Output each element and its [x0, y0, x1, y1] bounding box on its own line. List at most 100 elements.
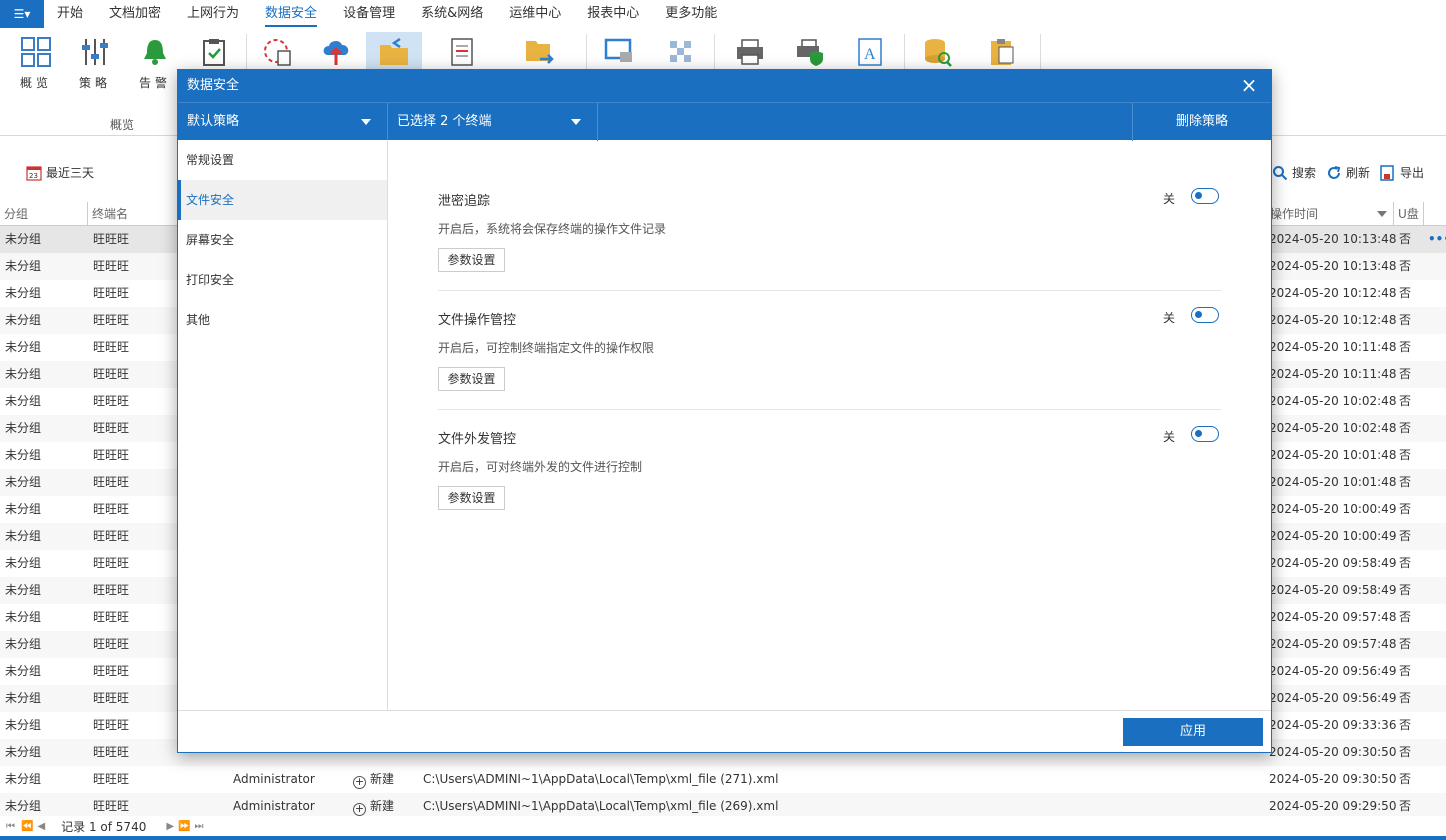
- apply-button[interactable]: 应用: [1123, 718, 1263, 746]
- menu-data-security[interactable]: 数据安全: [252, 0, 330, 28]
- cell-udisk: 否: [1399, 367, 1412, 381]
- pager-next-icon[interactable]: ▶: [166, 821, 174, 832]
- dialog-footer: 应用: [178, 710, 1271, 752]
- cell-udisk: 否: [1399, 286, 1412, 300]
- table-row[interactable]: 未分组 旺旺旺 2024-05-20 09:30:50 否 Administrator +…: [0, 766, 1446, 793]
- policy-dropdown[interactable]: 默认策略: [178, 103, 388, 141]
- cell-time: 2024-05-20 09:30:50: [1269, 745, 1397, 759]
- nav-screen-security[interactable]: 屏幕安全: [178, 220, 387, 260]
- cell-group: 未分组: [5, 367, 42, 381]
- cell-terminal: 旺旺旺: [93, 232, 130, 246]
- ribbon-overview-button[interactable]: 概览: [8, 32, 64, 94]
- ribbon-policy-label: 策略: [78, 76, 111, 90]
- date-filter-label: 最近三天: [46, 166, 95, 180]
- pager-prev-icon[interactable]: ◀: [37, 821, 45, 832]
- column-header-group[interactable]: 分组: [0, 202, 88, 226]
- cell-time: 2024-05-20 10:00:49: [1269, 529, 1397, 543]
- nav-file-security[interactable]: 文件安全: [178, 180, 387, 220]
- refresh-button[interactable]: 刷新: [1326, 164, 1370, 181]
- file-outgoing-settings-button[interactable]: 参数设置: [438, 486, 505, 510]
- nav-general[interactable]: 常规设置: [178, 140, 387, 180]
- cell-udisk: 否: [1399, 394, 1412, 408]
- menu-report-center[interactable]: 报表中心: [574, 0, 652, 28]
- cell-terminal: 旺旺旺: [93, 718, 130, 732]
- cell-action: + 新建: [353, 766, 394, 793]
- folder-return-icon: [376, 34, 412, 70]
- cell-group: 未分组: [5, 340, 42, 354]
- nav-print-security[interactable]: 打印安全: [178, 260, 387, 300]
- cell-time: 2024-05-20 09:33:36: [1269, 718, 1397, 732]
- cell-terminal: 旺旺旺: [93, 556, 130, 570]
- section-description: 开启后，系统将会保存终端的操作文件记录: [438, 222, 667, 236]
- column-header-terminal[interactable]: 终端名: [88, 202, 178, 226]
- cell-udisk: 否: [1399, 637, 1412, 651]
- plus-circle-icon: +: [353, 775, 366, 789]
- refresh-label: 刷新: [1346, 166, 1371, 180]
- cell-terminal: 旺旺旺: [93, 421, 130, 435]
- menu-system-network[interactable]: 系统&网络: [408, 0, 496, 28]
- pager-prev-page-icon[interactable]: ⏪: [21, 821, 33, 832]
- terminal-dropdown[interactable]: 已选择 2 个终端: [388, 103, 598, 141]
- bottom-accent-strip: [0, 836, 1446, 840]
- close-icon[interactable]: ×: [1239, 75, 1259, 96]
- cell-group: 未分组: [5, 745, 42, 759]
- column-header-udisk[interactable]: U盘: [1394, 202, 1424, 226]
- cell-time: 2024-05-20 09:58:49: [1269, 583, 1397, 597]
- ribbon-separator: [586, 34, 587, 74]
- export-icon: [1380, 164, 1396, 181]
- delete-policy-button[interactable]: 删除策略: [1132, 103, 1271, 141]
- menu-start[interactable]: 开始: [44, 0, 96, 28]
- toggle-state-label: 关: [1162, 430, 1175, 444]
- section-description: 开启后，可对终端外发的文件进行控制: [438, 460, 643, 474]
- ribbon-group-label: 概览: [110, 118, 135, 132]
- cell-udisk: 否: [1399, 556, 1412, 570]
- monitor-icon: [602, 34, 638, 70]
- refresh-icon: [1326, 165, 1342, 181]
- menu-web-behavior[interactable]: 上网行为: [174, 0, 252, 28]
- search-button[interactable]: 搜索: [1272, 164, 1316, 181]
- pager-next-page-icon[interactable]: ⏩: [178, 821, 190, 832]
- menu-ops-center[interactable]: 运维中心: [496, 0, 574, 28]
- ribbon-alarm-button[interactable]: 告警: [127, 32, 183, 94]
- cell-time: 2024-05-20 10:12:48: [1269, 313, 1397, 327]
- cell-udisk: 否: [1399, 232, 1412, 246]
- sort-down-icon: [1377, 211, 1387, 217]
- cell-time: 2024-05-20 09:56:49: [1269, 691, 1397, 705]
- date-filter-button[interactable]: 23 最近三天: [26, 164, 94, 181]
- toggle-state-label: 关: [1162, 311, 1175, 325]
- toggle-state-label: 关: [1162, 192, 1175, 206]
- cell-udisk: 否: [1399, 745, 1412, 759]
- cell-terminal: 旺旺旺: [93, 475, 130, 489]
- menu-device-mgmt[interactable]: 设备管理: [330, 0, 408, 28]
- mosaic-icon: [663, 34, 699, 70]
- database-search-icon: [920, 34, 956, 70]
- cell-group: 未分组: [5, 583, 42, 597]
- pager-last-icon[interactable]: ⏭: [195, 821, 204, 832]
- pager-first-icon[interactable]: ⏮: [6, 821, 17, 832]
- dialog-title: 数据安全: [187, 78, 240, 93]
- file-operation-toggle[interactable]: [1191, 307, 1219, 323]
- menu-doc-encrypt[interactable]: 文档加密: [96, 0, 174, 28]
- cell-group: 未分组: [5, 772, 42, 786]
- nav-other[interactable]: 其他: [178, 300, 387, 340]
- leak-trace-toggle[interactable]: [1191, 188, 1219, 204]
- export-button[interactable]: 导出: [1380, 164, 1424, 181]
- terminal-dropdown-value: 已选择 2 个终端: [397, 114, 492, 129]
- alarm-bell-icon: [137, 34, 173, 70]
- cell-group: 未分组: [5, 475, 42, 489]
- menu-more[interactable]: 更多功能: [652, 0, 730, 28]
- more-dots-icon[interactable]: •••: [1428, 226, 1446, 253]
- section-description: 开启后，可控制终端指定文件的操作权限: [438, 341, 655, 355]
- cell-group: 未分组: [5, 259, 42, 273]
- cell-udisk: 否: [1399, 448, 1412, 462]
- toggle-knob: [1195, 311, 1202, 318]
- cell-group: 未分组: [5, 691, 42, 705]
- cell-terminal: 旺旺旺: [93, 367, 130, 381]
- ribbon-policy-button[interactable]: 策略: [67, 32, 123, 94]
- column-header-optime[interactable]: 操作时间: [1266, 202, 1394, 226]
- cell-terminal: 旺旺旺: [93, 394, 130, 408]
- app-menu-button[interactable]: ☰▾: [0, 0, 44, 28]
- dialog-title-bar: 数据安全 ×: [178, 70, 1271, 102]
- cell-terminal: 旺旺旺: [93, 529, 130, 543]
- file-outgoing-toggle[interactable]: [1191, 426, 1219, 442]
